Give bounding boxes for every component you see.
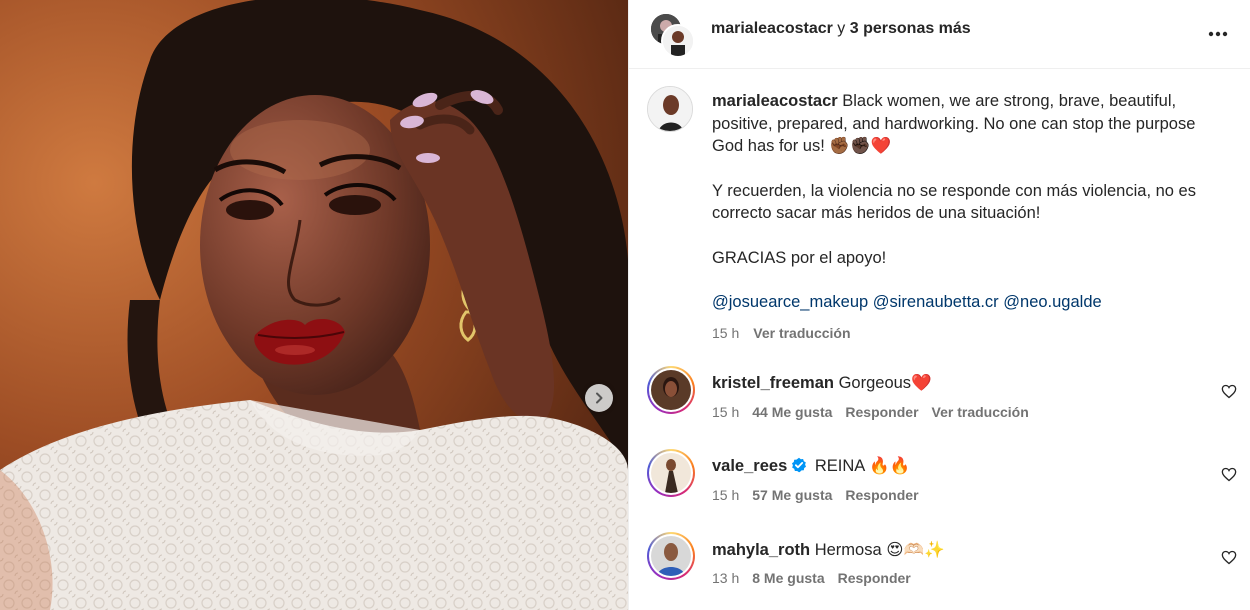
comment-text-line: vale_rees REINA 🔥🔥 (712, 457, 910, 476)
comment-username[interactable]: vale_rees (712, 457, 787, 475)
comment-item: kristel_freeman Gorgeous❤️ 15 h 44 Me gus… (647, 366, 1237, 426)
caption-time[interactable]: 15 h (712, 325, 739, 341)
comment-meta: 15 h 57 Me gusta Responder (712, 487, 932, 503)
mention-link[interactable]: @neo.ugalde (1003, 293, 1101, 311)
caption-meta: 15 h Ver traducción (712, 322, 1212, 345)
comment-meta: 13 h 8 Me gusta Responder (712, 570, 924, 586)
comment-username[interactable]: kristel_freeman (712, 374, 834, 392)
post-side-panel: marialeacostacr y 3 personas más mariale… (628, 0, 1250, 610)
heart-outline-icon (1221, 550, 1237, 565)
avatar-image (663, 26, 693, 56)
like-comment-button[interactable] (1221, 384, 1237, 404)
avatar[interactable] (661, 24, 695, 58)
translate-button[interactable]: Ver traducción (932, 404, 1029, 420)
heart-outline-icon (1221, 384, 1237, 399)
mention-link[interactable]: @josuearce_makeup (712, 293, 868, 311)
caption-username[interactable]: marialeacostacr (712, 92, 838, 110)
story-ring[interactable] (647, 532, 695, 580)
heart-outline-icon (1221, 467, 1237, 482)
avatar (651, 453, 691, 493)
avatar (651, 370, 691, 410)
comment-time[interactable]: 13 h (712, 570, 739, 586)
avatar-image (648, 87, 692, 131)
caption-body: marialeacostacr Black women, we are stro… (712, 90, 1212, 344)
comment-item: mahyla_roth Hermosa 😍🫶🏻✨ 13 h 8 Me gusta R… (647, 532, 1237, 592)
header-username[interactable]: marialeacostacr (711, 20, 833, 37)
like-comment-button[interactable] (1221, 467, 1237, 487)
comment-meta: 15 h 44 Me gusta Responder Ver traducción (712, 404, 1042, 420)
avatar-image (651, 453, 691, 493)
next-photo-button[interactable] (585, 384, 613, 412)
avatar-image (651, 536, 691, 576)
more-options-icon (1208, 31, 1228, 37)
post-header-title: marialeacostacr y 3 personas más (711, 20, 971, 38)
more-options-button[interactable] (1208, 24, 1228, 42)
header-connector: y (832, 20, 850, 37)
comment-item: vale_rees REINA 🔥🔥 15 h 57 Me gusta Respon… (647, 449, 1237, 509)
story-ring[interactable] (647, 366, 695, 414)
collab-avatars[interactable] (649, 12, 695, 58)
header-others[interactable]: 3 personas más (850, 20, 971, 37)
caption-paragraph-2: Y recuerden, la violencia no se responde… (712, 181, 1196, 223)
avatar[interactable] (647, 86, 693, 132)
comment-text: Gorgeous❤️ (838, 374, 932, 392)
reply-button[interactable]: Responder (845, 487, 918, 503)
comment-likes[interactable]: 44 Me gusta (752, 404, 832, 420)
post-header: marialeacostacr y 3 personas más (629, 0, 1250, 69)
comment-text: REINA 🔥🔥 (814, 457, 911, 475)
avatar-image (651, 370, 691, 410)
reply-button[interactable]: Responder (845, 404, 918, 420)
comment-text: Hermosa 😍🫶🏻✨ (814, 541, 945, 559)
comment-time[interactable]: 15 h (712, 487, 739, 503)
post-photo[interactable] (0, 0, 628, 610)
mention-link[interactable]: @sirenaubetta.cr (873, 293, 999, 311)
story-ring[interactable] (647, 449, 695, 497)
chevron-right-icon (596, 392, 603, 404)
verified-badge-icon (792, 457, 807, 473)
comment-likes[interactable]: 8 Me gusta (752, 570, 824, 586)
comment-time[interactable]: 15 h (712, 404, 739, 420)
comment-text-line: mahyla_roth Hermosa 😍🫶🏻✨ (712, 540, 945, 560)
translate-button[interactable]: Ver traducción (753, 325, 850, 341)
comment-text-line: kristel_freeman Gorgeous❤️ (712, 374, 932, 393)
avatar (651, 536, 691, 576)
comment-username[interactable]: mahyla_roth (712, 541, 810, 559)
reply-button[interactable]: Responder (838, 570, 911, 586)
like-comment-button[interactable] (1221, 550, 1237, 570)
comment-likes[interactable]: 57 Me gusta (752, 487, 832, 503)
portrait-illustration (0, 0, 628, 610)
caption-paragraph-3: GRACIAS por el apoyo! (712, 248, 887, 267)
